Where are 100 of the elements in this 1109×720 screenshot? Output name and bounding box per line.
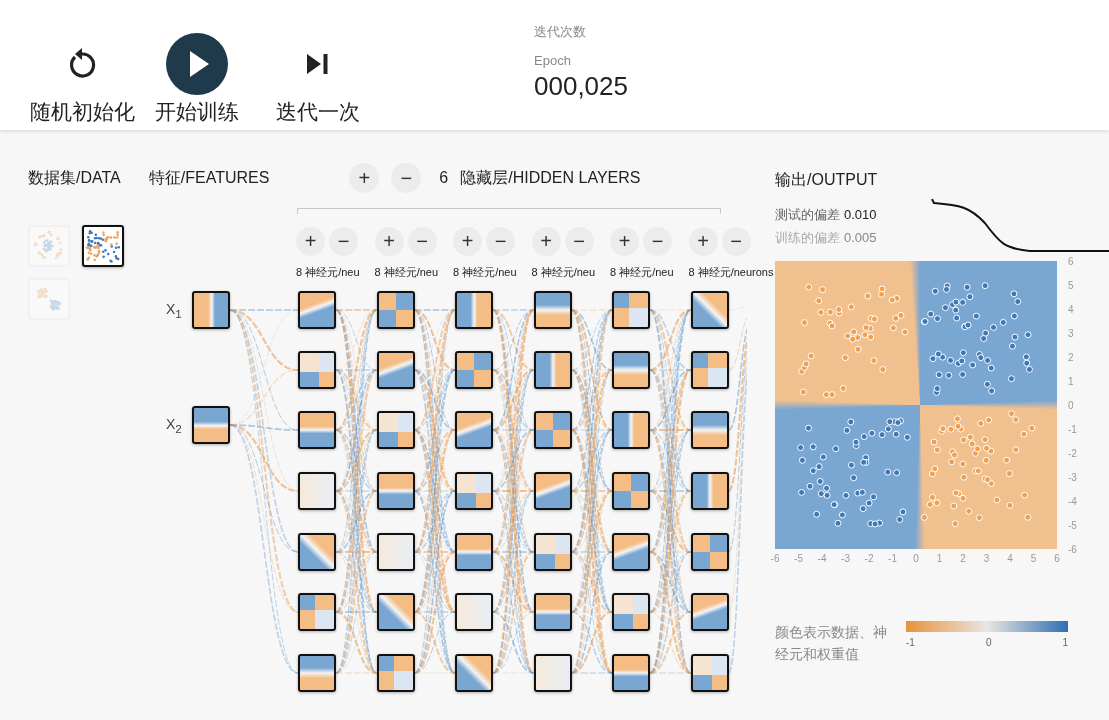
axis-tick-label: 2 [960, 553, 966, 564]
neuron-heatmap[interactable] [533, 472, 572, 510]
neuron-heatmap[interactable] [298, 533, 336, 571]
step-button[interactable]: 迭代一次 [272, 0, 364, 130]
axis-tick-label: 1 [936, 553, 943, 564]
neuron-heatmap[interactable] [298, 291, 336, 329]
axis-tick-label: 0 [913, 553, 919, 564]
neuron-heatmap[interactable] [533, 533, 572, 571]
neuron-heatmap[interactable] [455, 351, 493, 389]
add-neuron-button[interactable]: + [531, 227, 561, 256]
neuron-heatmap[interactable] [455, 654, 493, 692]
step-forward-icon [307, 54, 329, 74]
add-neuron-button[interactable]: + [453, 227, 482, 256]
neuron-heatmap[interactable] [455, 593, 493, 631]
neuron-heatmap[interactable] [533, 351, 572, 389]
scale-tick-label: 1 [1062, 637, 1068, 648]
neuron-heatmap[interactable] [376, 593, 415, 631]
neuron-count-label: 8 神经元/neu [453, 266, 517, 278]
axis-tick-label: -6 [770, 553, 780, 564]
neuron-heatmap[interactable] [533, 593, 572, 631]
epoch-label: 迭代次数 [534, 24, 587, 40]
section-title: 输出/OUTPUT [775, 170, 879, 190]
neuron-count-label: 8 神经元/neu [374, 266, 439, 278]
scale-tick-label: 0 [985, 637, 992, 648]
axis-tick-label: -1 [1068, 424, 1077, 435]
train-button[interactable]: 开始训练 [152, 0, 242, 130]
dataset-thumbnail[interactable] [82, 225, 124, 267]
loss-value: 0.010 [844, 207, 877, 222]
neuron-heatmap[interactable] [376, 472, 415, 510]
neuron-heatmap[interactable] [533, 291, 572, 329]
neuron-heatmap[interactable] [690, 533, 729, 571]
neuron-heatmap[interactable] [533, 411, 572, 449]
scale-tick-label: -1 [906, 637, 915, 648]
axis-tick-label: 4 [1068, 304, 1074, 315]
axis-tick-label: 2 [1068, 352, 1074, 363]
neuron-heatmap[interactable] [455, 472, 493, 510]
neuron-heatmap[interactable] [376, 411, 415, 449]
add-layer-button[interactable]: + [349, 163, 380, 193]
add-neuron-button[interactable]: + [296, 227, 325, 256]
remove-neuron-button[interactable]: − [486, 227, 515, 256]
section-title: 特征/FEATURES [148, 167, 270, 188]
neuron-heatmap[interactable] [376, 654, 415, 692]
axis-tick-label: 1 [1068, 376, 1074, 387]
neuron-heatmap[interactable] [612, 533, 650, 571]
neuron-heatmap[interactable] [376, 291, 415, 329]
add-neuron-button[interactable]: + [610, 227, 639, 256]
neuron-count-label: 8 神经元/neurons [688, 266, 774, 278]
neuron-heatmap[interactable] [612, 291, 650, 329]
epoch-counter: 000,025 [534, 71, 628, 102]
neuron-heatmap[interactable] [298, 472, 336, 510]
feature-heatmap[interactable] [192, 406, 230, 444]
add-neuron-button[interactable]: + [688, 227, 718, 256]
neuron-heatmap[interactable] [298, 654, 336, 692]
add-neuron-button[interactable]: + [374, 227, 404, 256]
axis-tick-label: 0 [1068, 400, 1074, 411]
axis-tick-label: 6 [1068, 256, 1074, 267]
neuron-heatmap[interactable] [298, 593, 336, 631]
neuron-heatmap[interactable] [455, 533, 493, 571]
feature-heatmap[interactable] [192, 291, 230, 329]
axis-tick-label: 3 [1068, 328, 1074, 339]
loss-value: 0.005 [844, 230, 877, 245]
axis-tick-label: -6 [1068, 544, 1077, 555]
reset-icon [67, 48, 97, 80]
neuron-heatmap[interactable] [690, 291, 729, 329]
axis-tick-label: -2 [864, 553, 874, 564]
axis-tick-label: -5 [794, 553, 803, 564]
neuron-heatmap[interactable] [690, 472, 729, 510]
neuron-heatmap[interactable] [376, 351, 415, 389]
remove-neuron-button[interactable]: − [643, 227, 672, 256]
neuron-heatmap[interactable] [298, 351, 336, 389]
neuron-heatmap[interactable] [455, 291, 493, 329]
neuron-heatmap[interactable] [612, 654, 650, 692]
loss-label: 测试的偏差 [775, 207, 840, 222]
remove-neuron-button[interactable]: − [329, 227, 358, 256]
reset-button[interactable]: 随机初始化 [26, 0, 138, 130]
remove-neuron-button[interactable]: − [721, 227, 751, 256]
neuron-heatmap[interactable] [612, 351, 650, 389]
neuron-heatmap[interactable] [455, 411, 493, 449]
neuron-heatmap[interactable] [533, 654, 572, 692]
neuron-heatmap[interactable] [690, 351, 729, 389]
feature-label: X$_{2}$ [166, 416, 182, 435]
play-icon [166, 33, 228, 95]
remove-neuron-button[interactable]: − [564, 227, 594, 256]
neuron-heatmap[interactable] [690, 593, 729, 631]
feature-label: X$_{1}$ [166, 301, 182, 320]
remove-layer-button[interactable]: − [391, 163, 422, 193]
neuron-count-label: 8 神经元/neu [296, 266, 360, 278]
layer-count: 6 [439, 169, 449, 187]
legend-caption: 颜色表示数据、神经元和权重值 [775, 623, 888, 664]
neuron-heatmap[interactable] [690, 654, 729, 692]
axis-tick-label: 4 [1007, 553, 1013, 564]
remove-neuron-button[interactable]: − [407, 227, 437, 256]
neuron-heatmap[interactable] [612, 411, 650, 449]
neuron-heatmap[interactable] [690, 411, 729, 449]
neuron-heatmap[interactable] [612, 593, 650, 631]
neuron-heatmap[interactable] [376, 533, 415, 571]
neuron-heatmap[interactable] [298, 411, 336, 449]
axis-tick-label: 6 [1054, 553, 1060, 564]
neuron-heatmap[interactable] [612, 472, 650, 510]
axis-tick-label: -4 [1068, 496, 1077, 507]
